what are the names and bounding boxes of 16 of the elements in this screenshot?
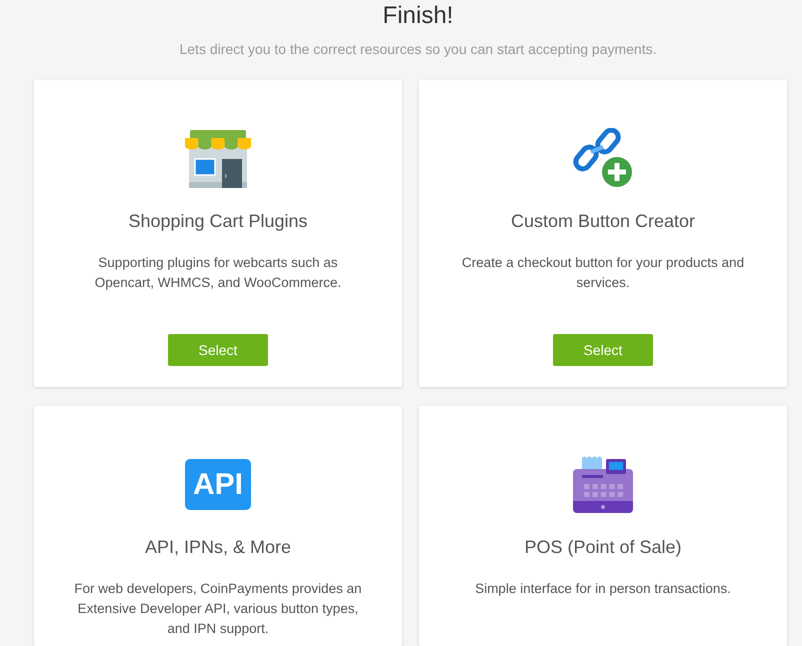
storefront-icon — [185, 128, 251, 188]
card-title: Shopping Cart Plugins — [128, 210, 308, 232]
chain-link-plus-icon — [572, 128, 634, 188]
api-logo: API — [185, 458, 251, 510]
card-title: POS (Point of Sale) — [524, 536, 682, 558]
card-title: Custom Button Creator — [510, 210, 696, 232]
card-description: Supporting plugins for webcarts such as Opencart, WHMCS, and WooCommerce. — [94, 254, 342, 292]
select-button[interactable]: Select — [168, 334, 268, 366]
card-description: Create a checkout button for your products and services. — [460, 254, 746, 292]
cash-register-icon — [573, 455, 633, 513]
page-subtitle: Lets direct you to the correct resources so you can start accepting payments. — [178, 40, 658, 59]
select-button[interactable]: Select — [553, 334, 653, 366]
card-description: For web developers, CoinPayments provides an Extensive Developer API, various button types, and IPN support. — [73, 580, 363, 638]
card-description: Simple interface for in person transactions. — [475, 580, 731, 598]
card-title: API, IPNs, & More — [144, 536, 292, 558]
page-title: Finish! — [382, 2, 454, 30]
